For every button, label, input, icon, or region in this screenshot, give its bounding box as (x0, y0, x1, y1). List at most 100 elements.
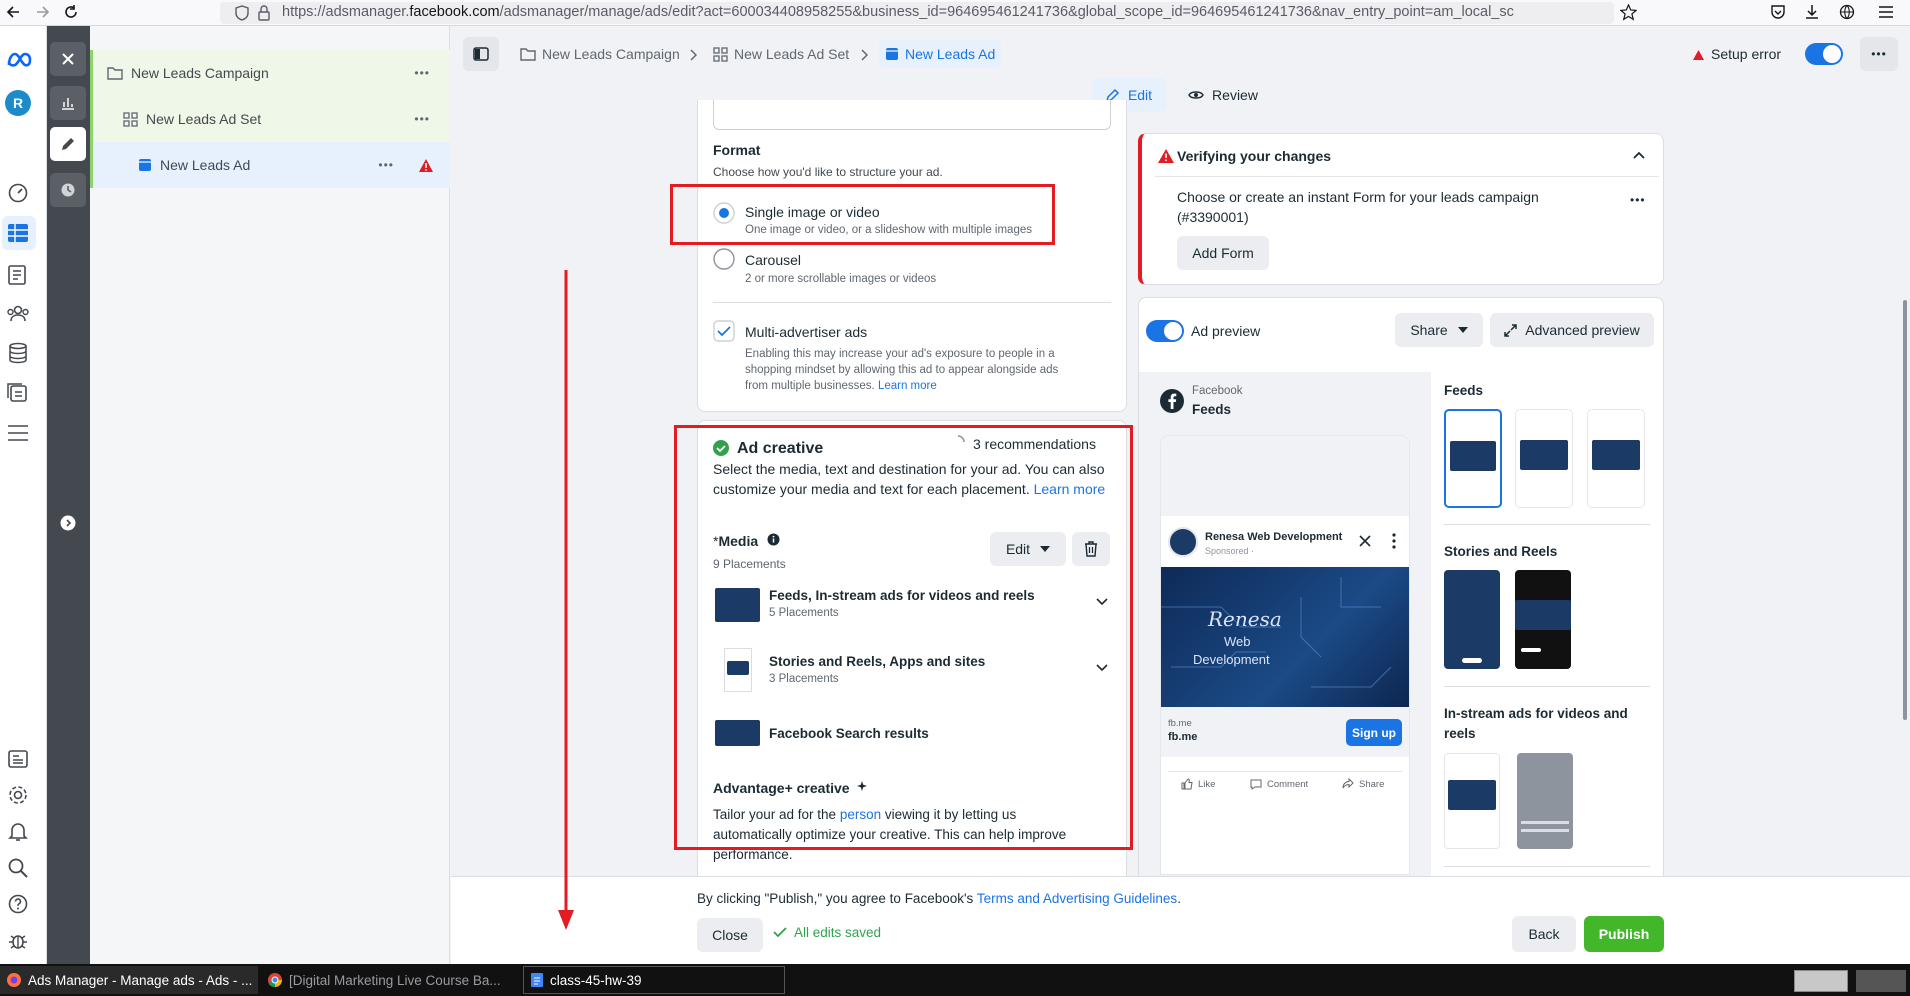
reactions-divider (1168, 771, 1402, 772)
taskbar-item-chrome[interactable]: [Digital Marketing Live Course Ba... (261, 966, 519, 994)
ad-more-vertical-icon[interactable] (1392, 533, 1396, 549)
ad-preview-toggle[interactable] (1146, 320, 1184, 342)
url-text[interactable]: https://adsmanager.facebook.com/adsmanag… (282, 4, 1602, 20)
workspace-1[interactable] (1794, 970, 1848, 992)
close-button[interactable]: Close (697, 918, 763, 952)
expand-panel-icon[interactable] (60, 515, 76, 531)
sign-up-button[interactable]: Sign up (1346, 719, 1402, 746)
add-form-button[interactable]: Add Form (1177, 236, 1269, 270)
adset-name: New Leads Ad Set (146, 111, 262, 127)
forward-icon[interactable] (35, 4, 51, 20)
publish-label: Publish (1598, 926, 1650, 942)
news-icon[interactable] (7, 748, 29, 770)
more-dots: ••• (1871, 47, 1887, 61)
multi-advertiser-checkbox[interactable] (713, 320, 735, 342)
placement-preview-instream-1[interactable] (1444, 753, 1500, 849)
document-icon (531, 973, 543, 987)
placement-preview-feeds-3[interactable] (1587, 409, 1645, 508)
campaign-more-button[interactable]: ••• (414, 66, 430, 80)
carousel-title[interactable]: Carousel (745, 252, 801, 268)
verify-more-button[interactable]: ••• (1630, 193, 1646, 207)
workspace-2[interactable] (1856, 970, 1906, 992)
table-icon[interactable] (7, 222, 29, 244)
history-tool-button[interactable] (50, 173, 86, 207)
placement-preview-stories-1[interactable] (1444, 570, 1500, 669)
breadcrumb-campaign[interactable]: New Leads Campaign (520, 46, 680, 62)
terms-link[interactable]: Terms and Advertising Guidelines (977, 891, 1177, 906)
preview-placement: Feeds (1192, 402, 1232, 417)
comment-icon (1250, 779, 1262, 790)
header-more-button[interactable]: ••• (1860, 37, 1898, 71)
page-scrollbar[interactable] (1903, 300, 1907, 720)
adset-more-button[interactable]: ••• (414, 112, 430, 126)
catalog-icon[interactable] (7, 382, 29, 404)
multi-title[interactable]: Multi-advertiser ads (745, 324, 867, 340)
taskbar-item-docs[interactable]: class-45-hw-39 (523, 966, 785, 994)
like-action[interactable]: Like (1181, 778, 1215, 790)
globe-icon[interactable] (1839, 4, 1855, 20)
tree-campaign[interactable]: New Leads Campaign ••• (90, 50, 450, 96)
share-button[interactable]: Share (1395, 313, 1483, 347)
comment-action[interactable]: Comment (1250, 778, 1308, 790)
breadcrumb-adset[interactable]: New Leads Ad Set (713, 46, 849, 62)
breadcrumb-ad[interactable]: New Leads Ad (879, 40, 1002, 68)
browser-menu-icon[interactable] (1878, 5, 1894, 19)
placement-preview-feeds-1[interactable] (1444, 409, 1502, 508)
os-taskbar: Ads Manager - Manage ads - Ads - ... [Di… (0, 964, 1910, 996)
shield-icon[interactable] (235, 5, 249, 21)
ad-status-toggle[interactable] (1805, 43, 1843, 65)
help-icon[interactable] (7, 893, 29, 915)
star-icon[interactable] (1620, 4, 1637, 21)
verify-message-1: Choose or create an instant Form for you… (1177, 189, 1539, 205)
learn-more-link[interactable]: Learn more (878, 380, 937, 392)
tree-ad[interactable]: New Leads Ad ••• (90, 142, 450, 188)
carousel-radio[interactable] (713, 248, 735, 270)
pages-icon[interactable] (7, 264, 29, 286)
settings-icon[interactable] (7, 784, 29, 806)
folder-icon (107, 66, 123, 80)
avatar[interactable]: R (5, 90, 31, 116)
chevron-up-icon[interactable] (1633, 151, 1645, 159)
chart-tool-button[interactable] (50, 86, 86, 120)
annotation-arrow (558, 270, 574, 930)
expand-icon (1504, 323, 1518, 337)
tree-adset[interactable]: New Leads Ad Set ••• (90, 96, 450, 142)
global-nav-rail: R (0, 26, 47, 964)
close-editor-button[interactable] (50, 42, 86, 76)
format-subtitle: Choose how you'd like to structure your … (713, 165, 943, 179)
placement-preview-feeds-2[interactable] (1515, 409, 1573, 508)
reload-icon[interactable] (63, 4, 79, 20)
download-icon[interactable] (1804, 4, 1820, 20)
multi-desc-3: from multiple businesses. Learn more (745, 380, 937, 392)
breadcrumb-ad-label: New Leads Ad (905, 46, 996, 62)
share-action[interactable]: Share (1342, 778, 1384, 790)
taskbar-item-firefox[interactable]: Ads Manager - Manage ads - Ads - ... (0, 966, 258, 994)
breadcrumb-campaign-label: New Leads Campaign (542, 46, 680, 62)
all-edits-saved: All edits saved (794, 925, 882, 940)
back-button[interactable]: Back (1512, 916, 1576, 952)
lock-icon[interactable] (258, 5, 270, 21)
placement-preview-stories-2[interactable] (1515, 570, 1571, 669)
pocket-icon[interactable] (1770, 4, 1786, 20)
search-icon[interactable] (7, 857, 29, 879)
tab-review[interactable]: Review (1178, 78, 1268, 112)
ad-more-button[interactable]: ••• (378, 158, 394, 172)
meta-logo-icon[interactable] (6, 52, 34, 68)
setup-error-icon (1693, 50, 1704, 60)
divider (713, 302, 1111, 303)
setup-error-label[interactable]: Setup error (1711, 46, 1781, 62)
database-icon[interactable] (7, 342, 29, 364)
advanced-preview-button[interactable]: Advanced preview (1490, 313, 1654, 347)
placement-preview-instream-2[interactable] (1517, 753, 1573, 849)
close-label: Close (712, 927, 748, 943)
dashboard-icon[interactable] (7, 181, 29, 203)
bell-icon[interactable] (7, 820, 29, 842)
toggle-sidebar-button[interactable] (463, 37, 499, 71)
back-icon[interactable] (5, 4, 21, 20)
audience-icon[interactable] (6, 303, 30, 325)
edit-tool-button[interactable] (50, 127, 86, 161)
bug-icon[interactable] (7, 929, 29, 951)
publish-button[interactable]: Publish (1584, 916, 1664, 952)
menu-icon[interactable] (7, 424, 29, 442)
close-ad-icon[interactable] (1359, 535, 1371, 547)
